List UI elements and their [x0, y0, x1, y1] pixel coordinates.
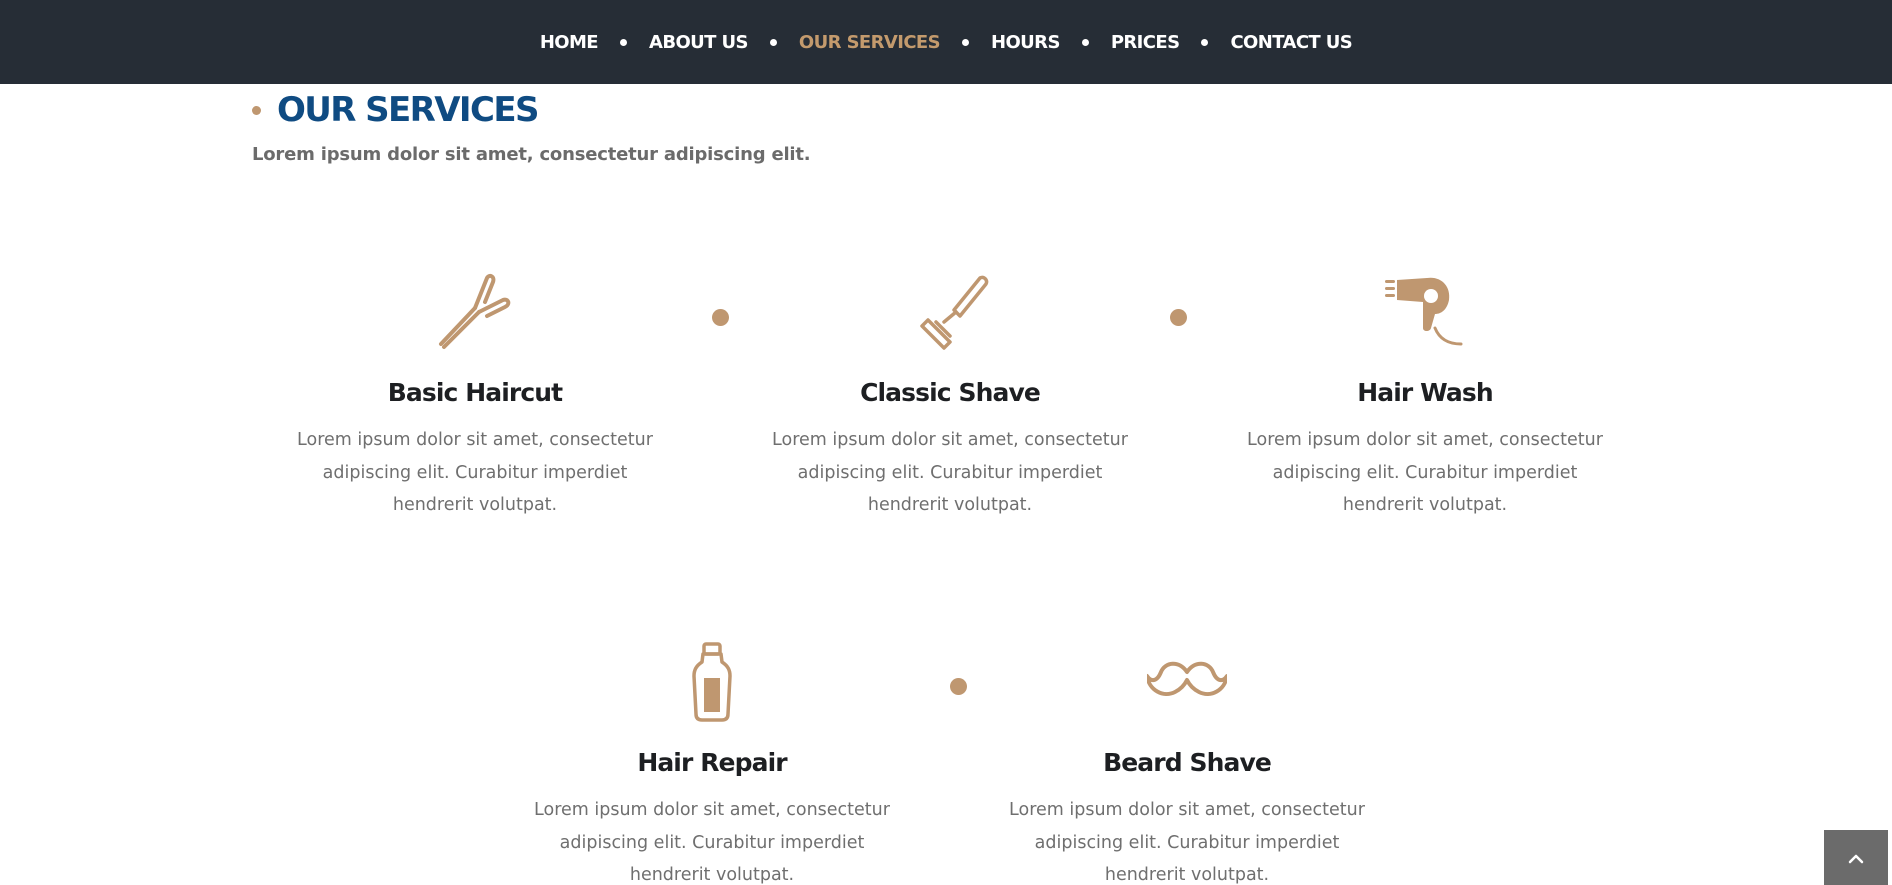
service-title: Hair Repair: [637, 748, 787, 777]
separator-dot: [712, 309, 729, 326]
back-to-top-button[interactable]: [1824, 830, 1888, 885]
top-navigation: HOME ABOUT US OUR SERVICES HOURS PRICES …: [0, 0, 1892, 84]
bottle-icon: [672, 642, 752, 722]
nav-separator-dot: [1201, 38, 1209, 46]
nav-item-about-us[interactable]: ABOUT US: [649, 32, 749, 53]
nav-separator-dot: [962, 38, 969, 46]
service-title: Basic Haircut: [387, 378, 563, 407]
nav-separator-dot: [620, 38, 628, 46]
chevron-up-icon: [1848, 850, 1864, 885]
nav-item-hours[interactable]: HOURS: [991, 32, 1060, 53]
nav-item-home[interactable]: HOME: [540, 32, 599, 53]
nav-separator-dot: [769, 38, 777, 46]
page-title: OUR SERVICES: [277, 90, 539, 130]
nav-item-prices[interactable]: PRICES: [1111, 32, 1180, 53]
service-description: Lorem ipsum dolor sit amet, consectetur …: [772, 430, 1128, 515]
service-title: Classic Shave: [860, 378, 1041, 407]
service-title: Beard Shave: [1103, 748, 1272, 777]
mustache-icon: [1145, 642, 1229, 722]
nav-item-contact-us[interactable]: CONTACT US: [1230, 32, 1352, 53]
section-subtitle: Lorem ipsum dolor sit amet, consectetur …: [252, 144, 811, 165]
heading-dot: [252, 105, 261, 115]
nav-separator-dot: [1081, 38, 1089, 46]
section-heading: OUR SERVICES: [252, 88, 539, 132]
service-description: Lorem ipsum dolor sit amet, consectetur …: [297, 430, 653, 515]
nav-item-our-services[interactable]: OUR SERVICES: [799, 32, 941, 53]
service-title: Hair Wash: [1357, 378, 1493, 407]
razor-icon: [910, 272, 990, 352]
hair-dryer-icon: [1385, 272, 1465, 352]
service-description: Lorem ipsum dolor sit amet, consectetur …: [1247, 430, 1603, 515]
service-description: Lorem ipsum dolor sit amet, consectetur …: [1009, 800, 1365, 885]
scissors-icon: [435, 272, 515, 352]
service-description: Lorem ipsum dolor sit amet, consectetur …: [534, 800, 890, 885]
nav-menu: HOME ABOUT US OUR SERVICES HOURS PRICES …: [0, 0, 1892, 84]
separator-dot: [1170, 309, 1187, 326]
separator-dot: [950, 678, 967, 695]
